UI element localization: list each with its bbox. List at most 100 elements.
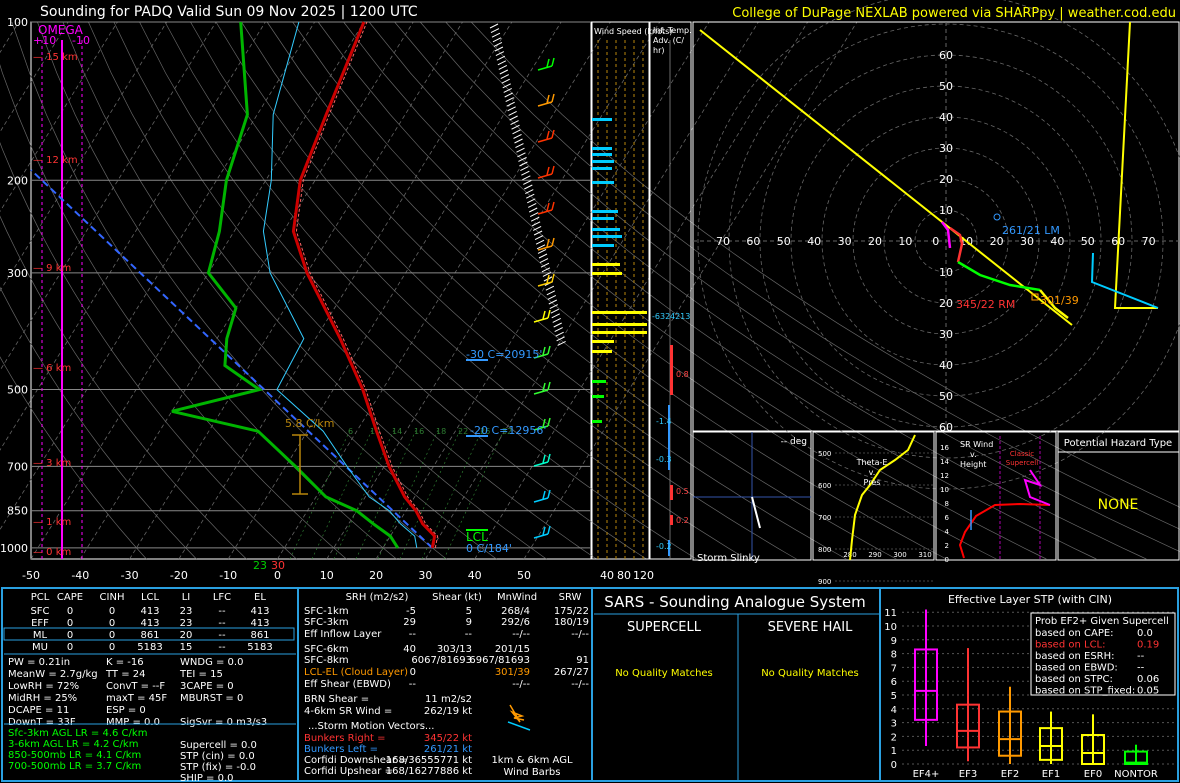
stp-prob-value: -- [1137, 663, 1145, 674]
hodo-x-label: 50 [777, 235, 791, 248]
hodo-y-label: 50 [939, 80, 953, 93]
temp-axis-label: -10 [219, 569, 237, 582]
hodo-x-label: 70 [716, 235, 730, 248]
parcel-cell: 861 [250, 630, 269, 641]
sr46-value: 262/19 kt [424, 706, 472, 717]
wind-speed-bar [592, 228, 620, 231]
wind-speed-tick-120: 120 [633, 569, 654, 582]
hazard-value: NONE [1098, 497, 1139, 513]
barbs-caption-1: 1km & 6km AGL [491, 755, 573, 766]
hodo-x-label: 0 [932, 235, 939, 248]
pwat-tick-1: -632 [652, 312, 670, 321]
theta-y-label: 900 [818, 578, 831, 586]
inf-temp-title-line2: Adv. (C/ [653, 36, 684, 45]
stp-y-label: 4 [891, 705, 897, 716]
wind-speed-bar [592, 420, 602, 423]
lapse-rate-row: Sfc-3km AGL LR = 4.6 C/km [8, 728, 147, 739]
parcel-misc: TEI = 15 [179, 669, 223, 680]
height-label: — 6 km [33, 363, 71, 374]
parcel-misc: WNDG = 0.0 [180, 657, 243, 668]
stp-y-label: 1 [891, 746, 897, 757]
parcel-cell: 0 [109, 642, 115, 653]
hodo-y-label: 40 [939, 359, 953, 372]
theta-x-label: 310 [918, 551, 931, 559]
parcel-cell: 413 [250, 606, 269, 617]
kin-cell: -5 [406, 606, 416, 617]
srwind-title-2: v. [970, 450, 977, 459]
wind-speed-bar [592, 153, 612, 156]
hodo-y-label: 10 [939, 266, 953, 279]
srwind-supercell-2: Supercell [1006, 459, 1038, 467]
mixing-ratio-label: 14 [392, 427, 402, 436]
kin-cell: -- [409, 679, 417, 690]
kin-row-label: SFC-3km [304, 617, 349, 628]
kin-cell: 6067/81693 [411, 655, 472, 666]
storm-slinky-title: Storm Slinky [697, 553, 760, 564]
wind-speed-bar [592, 380, 606, 383]
stp-category-label: EF2 [1001, 769, 1019, 780]
parcel-misc: 3CAPE = 0 [180, 681, 234, 692]
height-label: — 12 km [33, 155, 78, 166]
inf-val-0: 0.8 [676, 370, 689, 379]
height-label: — 9 km [33, 263, 71, 274]
stp-y-label: 6 [891, 677, 897, 688]
srwind-y-label: 6 [945, 514, 950, 522]
hodo-rm-label: 345/22 RM [956, 298, 1015, 311]
corfidi-down-value: 168/36555771 kt [386, 755, 472, 766]
parcel-cell: 23 [180, 606, 193, 617]
stp-prob-value: 0.06 [1137, 674, 1159, 685]
stp-y-label: 3 [891, 719, 897, 730]
inf-temp-warm-bar [670, 345, 673, 395]
parcel-cell: 20 [180, 630, 193, 641]
stp-category-label: NONTOR [1114, 769, 1158, 780]
parcel-cell: 5183 [137, 642, 162, 653]
hodo-mean-label: 301/39 [1040, 294, 1079, 307]
wind-speed-bar [592, 331, 647, 334]
kin-cell: 292/6 [501, 617, 530, 628]
inf-val-1: -1.4 [656, 417, 672, 426]
pwat-tick-2: 4213 [670, 312, 690, 321]
temp-axis-label: 30 [418, 569, 432, 582]
stp-prob-label: based on STPC: [1035, 674, 1113, 685]
hodo-y-label: 30 [939, 328, 953, 341]
parcel-cell: -- [218, 630, 226, 641]
kin-cell: 6967/81693 [469, 655, 530, 666]
parcel-misc: ConvT = --F [106, 681, 165, 692]
hodo-y-label: 50 [939, 390, 953, 403]
kin-cell: -- [409, 629, 417, 640]
wind-speed-tick-80: 80 [617, 569, 631, 582]
omega-tick-plus: +10 [33, 34, 56, 47]
temp-axis-label: -30 [121, 569, 139, 582]
pressure-label: 300 [7, 267, 28, 280]
wind-speed-bar [592, 263, 620, 266]
pressure-label: 1000 [0, 542, 28, 555]
sr46-label: 4-6km SR Wind = [304, 706, 392, 717]
wind-speed-tick-40: 40 [600, 569, 614, 582]
lapse-rate-row: 850-500mb LR = 4.1 C/km [8, 750, 141, 761]
wind-speed-bar [592, 167, 612, 170]
wind-speed-bar [592, 350, 612, 353]
lapse-rate-row: 3-6km AGL LR = 4.2 C/km [8, 739, 138, 750]
srwind-supercell-1: Classic [1010, 450, 1034, 458]
temp-axis-label: 20 [369, 569, 383, 582]
sars-supercell-msg: No Quality Matches [615, 668, 713, 679]
stp-prob-label: based on EBWD: [1035, 663, 1118, 674]
hodo-x-label: 60 [746, 235, 760, 248]
wbz-annotation: -30 C=20915' [466, 348, 542, 361]
kin-row-label: SFC-1km [304, 606, 349, 617]
hodo-y-label: 60 [939, 49, 953, 62]
parcel-header: EL [254, 592, 266, 603]
sars-hail-msg: No Quality Matches [761, 668, 859, 679]
parcel-misc: MBURST = 0 [180, 693, 243, 704]
stp-y-label: 0 [891, 760, 897, 771]
parcel-cell: -- [218, 642, 226, 653]
parcel-cell: 0 [67, 630, 73, 641]
parcel-cell: 23 [180, 618, 193, 629]
theta-x-label: 300 [893, 551, 906, 559]
parcel-header: LFC [213, 592, 231, 603]
barbs-caption-2: Wind Barbs [504, 767, 561, 778]
stp-y-label: 2 [891, 732, 897, 743]
srwind-y-label: 12 [940, 472, 949, 480]
parcel-cell: SFC [30, 606, 49, 617]
stp-prob-value: 0.19 [1137, 640, 1159, 651]
